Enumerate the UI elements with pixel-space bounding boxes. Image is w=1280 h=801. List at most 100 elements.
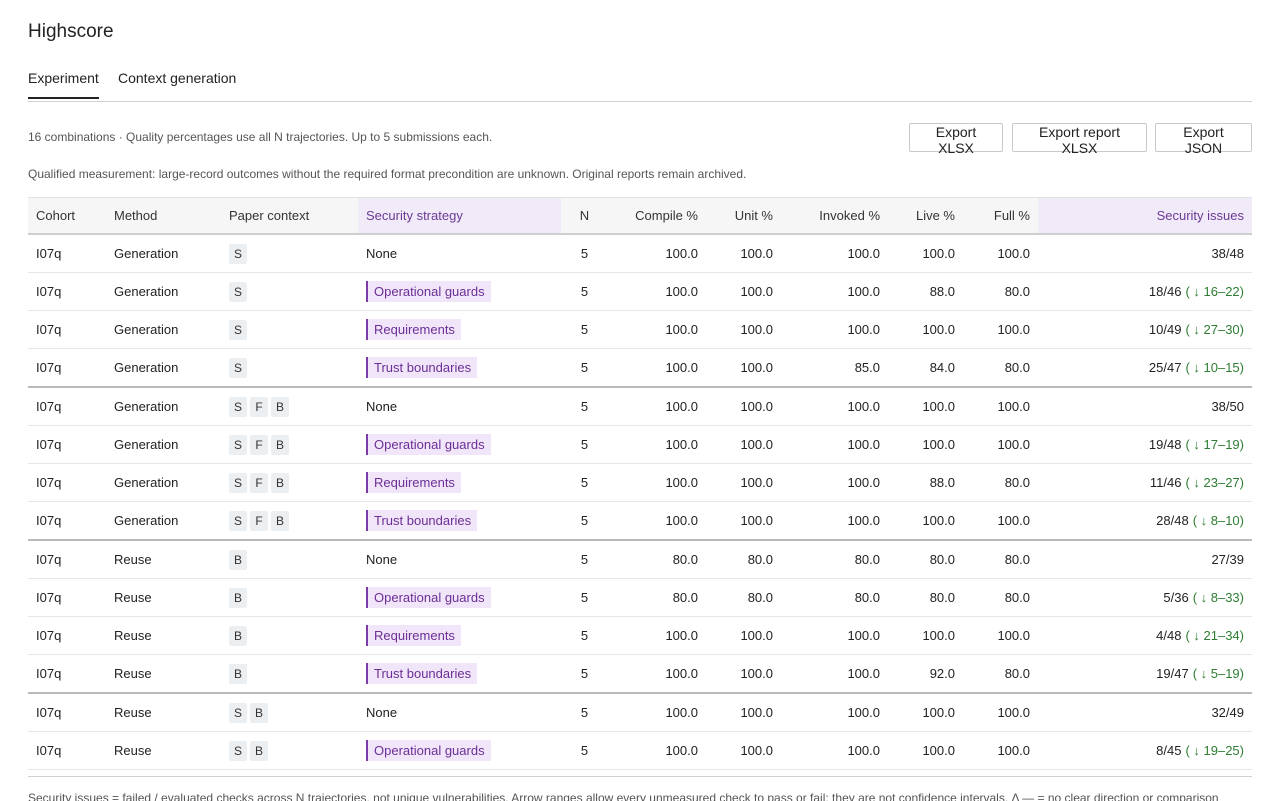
- col-header-full[interactable]: Full %: [963, 197, 1038, 235]
- cell-security-issues: 38/50: [1038, 387, 1252, 426]
- cell-unit: 100.0: [706, 387, 781, 426]
- cell-security-issues: 19/48( ↓ 17–19): [1038, 425, 1252, 464]
- issues-delta: ( ↓ 16–22): [1185, 284, 1244, 299]
- cell-invoked: 100.0: [781, 616, 888, 655]
- cell-unit: 100.0: [706, 501, 781, 541]
- col-header-security-issues[interactable]: Security issues: [1038, 197, 1252, 235]
- context-pill: S: [229, 472, 248, 493]
- cell-live: 80.0: [888, 540, 963, 579]
- cell-security-strategy: Operational guards: [358, 272, 561, 311]
- strategy-label: Requirements: [366, 319, 461, 340]
- col-header-cohort[interactable]: Cohort: [28, 197, 106, 235]
- cell-invoked: 80.0: [781, 578, 888, 617]
- footnote: Security issues = failed / evaluated che…: [28, 776, 1252, 801]
- cell-invoked: 80.0: [781, 540, 888, 579]
- cell-method: Generation: [106, 310, 221, 349]
- cell-unit: 100.0: [706, 463, 781, 502]
- export-json-button[interactable]: Export JSON: [1155, 123, 1252, 156]
- cell-security-strategy: Operational guards: [358, 425, 561, 464]
- cell-n: 5: [561, 234, 608, 273]
- issues-delta: ( ↓ 5–19): [1192, 666, 1244, 681]
- strategy-label: Requirements: [366, 625, 461, 646]
- issues-value: 38/50: [1211, 399, 1244, 414]
- cell-compile: 100.0: [608, 310, 706, 349]
- col-header-security-strategy[interactable]: Security strategy: [358, 197, 561, 235]
- cell-full: 80.0: [963, 578, 1038, 617]
- strategy-label: None: [366, 399, 398, 414]
- cell-paper-context: S: [221, 348, 358, 388]
- table-row[interactable]: I07q Generation S F B None 5 100.0 100.0 100.0 100…: [28, 387, 1252, 426]
- table-row[interactable]: I07q Reuse S B Operational guards 5 100.0 100.0…: [28, 731, 1252, 770]
- cell-unit: 100.0: [706, 234, 781, 273]
- table-row[interactable]: I07q Reuse S B None 5 100.0 100.0 100.0 100.0 100.…: [28, 693, 1252, 732]
- strategy-label: None: [366, 705, 398, 720]
- cell-cohort: I07q: [28, 387, 106, 426]
- table-row[interactable]: I07q Reuse B Trust boundaries 5 100.0 100.0 100…: [28, 654, 1252, 694]
- cell-invoked: 100.0: [781, 310, 888, 349]
- cell-n: 5: [561, 272, 608, 311]
- cell-live: 92.0: [888, 654, 963, 694]
- context-pill: B: [271, 396, 290, 417]
- issues-delta: ( ↓ 8–33): [1192, 590, 1244, 605]
- export-xlsx-button[interactable]: Export XLSX: [909, 123, 1003, 156]
- results-table-container[interactable]: Cohort Method Paper context Security str…: [28, 197, 1252, 777]
- cell-live: 80.0: [888, 578, 963, 617]
- cell-unit: 80.0: [706, 578, 781, 617]
- cell-security-issues: 28/48( ↓ 8–10): [1038, 501, 1252, 541]
- context-pill: S: [229, 702, 248, 723]
- cell-compile: 100.0: [608, 425, 706, 464]
- cell-unit: 100.0: [706, 348, 781, 388]
- tab-context-generation[interactable]: Context generation: [118, 70, 236, 98]
- cell-paper-context: SFB: [221, 387, 358, 426]
- col-header-n[interactable]: N: [561, 197, 608, 235]
- cell-method: Reuse: [106, 578, 221, 617]
- col-header-paper-context[interactable]: Paper context: [221, 197, 358, 235]
- cell-method: Generation: [106, 501, 221, 541]
- col-header-live[interactable]: Live %: [888, 197, 963, 235]
- col-header-unit[interactable]: Unit %: [706, 197, 781, 235]
- table-row[interactable]: I07q Reuse B Operational guards 5 80.0 80.0 80.…: [28, 578, 1252, 617]
- table-row[interactable]: I07q Generation S F B Operational guards 5 100.…: [28, 425, 1252, 464]
- cell-cohort: I07q: [28, 425, 106, 464]
- cell-invoked: 85.0: [781, 348, 888, 388]
- issues-value: 19/48: [1148, 437, 1182, 452]
- table-row[interactable]: I07q Generation S F B Requirements 5 100.0 100.0…: [28, 463, 1252, 502]
- export-report-xlsx-button[interactable]: Export report XLSX: [1012, 123, 1147, 156]
- cell-paper-context: B: [221, 616, 358, 655]
- context-pill: B: [250, 740, 269, 761]
- table-row[interactable]: I07q Generation S Trust boundaries 5 100.0 100…: [28, 348, 1252, 388]
- cell-security-issues: 4/48( ↓ 21–34): [1038, 616, 1252, 655]
- cell-unit: 100.0: [706, 654, 781, 694]
- cell-full: 100.0: [963, 387, 1038, 426]
- cell-method: Reuse: [106, 540, 221, 579]
- cell-security-strategy: None: [358, 387, 561, 426]
- issues-value: 19/47: [1156, 666, 1189, 681]
- context-pill: S: [229, 243, 248, 264]
- issues-value: 8/45: [1156, 743, 1182, 758]
- table-row[interactable]: I07q Generation S Requirements 5 100.0 100.0 10…: [28, 310, 1252, 349]
- table-row[interactable]: I07q Generation S None 5 100.0 100.0 100.0 100.0…: [28, 234, 1252, 273]
- table-row[interactable]: I07q Reuse B Requirements 5 100.0 100.0 100.0 10…: [28, 616, 1252, 655]
- cell-full: 100.0: [963, 501, 1038, 541]
- cell-cohort: I07q: [28, 272, 106, 311]
- cell-n: 5: [561, 348, 608, 388]
- tab-experiment[interactable]: Experiment: [28, 70, 99, 99]
- cell-method: Reuse: [106, 693, 221, 732]
- cell-live: 100.0: [888, 310, 963, 349]
- col-header-method[interactable]: Method: [106, 197, 221, 235]
- cell-live: 100.0: [888, 693, 963, 732]
- cell-security-issues: 11/46( ↓ 23–27): [1038, 463, 1252, 502]
- issues-value: 27/39: [1211, 552, 1244, 567]
- context-pill: F: [250, 510, 269, 531]
- table-row[interactable]: I07q Generation S Operational guards 5 100.0 1…: [28, 272, 1252, 311]
- cell-compile: 100.0: [608, 693, 706, 732]
- table-row[interactable]: I07q Generation S F B Trust boundaries 5 100.0 1…: [28, 501, 1252, 541]
- cell-full: 100.0: [963, 616, 1038, 655]
- cell-paper-context: B: [221, 578, 358, 617]
- cell-method: Generation: [106, 272, 221, 311]
- col-header-compile[interactable]: Compile %: [608, 197, 706, 235]
- strategy-label: None: [366, 552, 398, 567]
- table-row[interactable]: I07q Reuse B None 5 80.0 80.0 80.0 80.0 80.0 27/39: [28, 540, 1252, 579]
- col-header-invoked[interactable]: Invoked %: [781, 197, 888, 235]
- cell-security-issues: 10/49( ↓ 27–30): [1038, 310, 1252, 349]
